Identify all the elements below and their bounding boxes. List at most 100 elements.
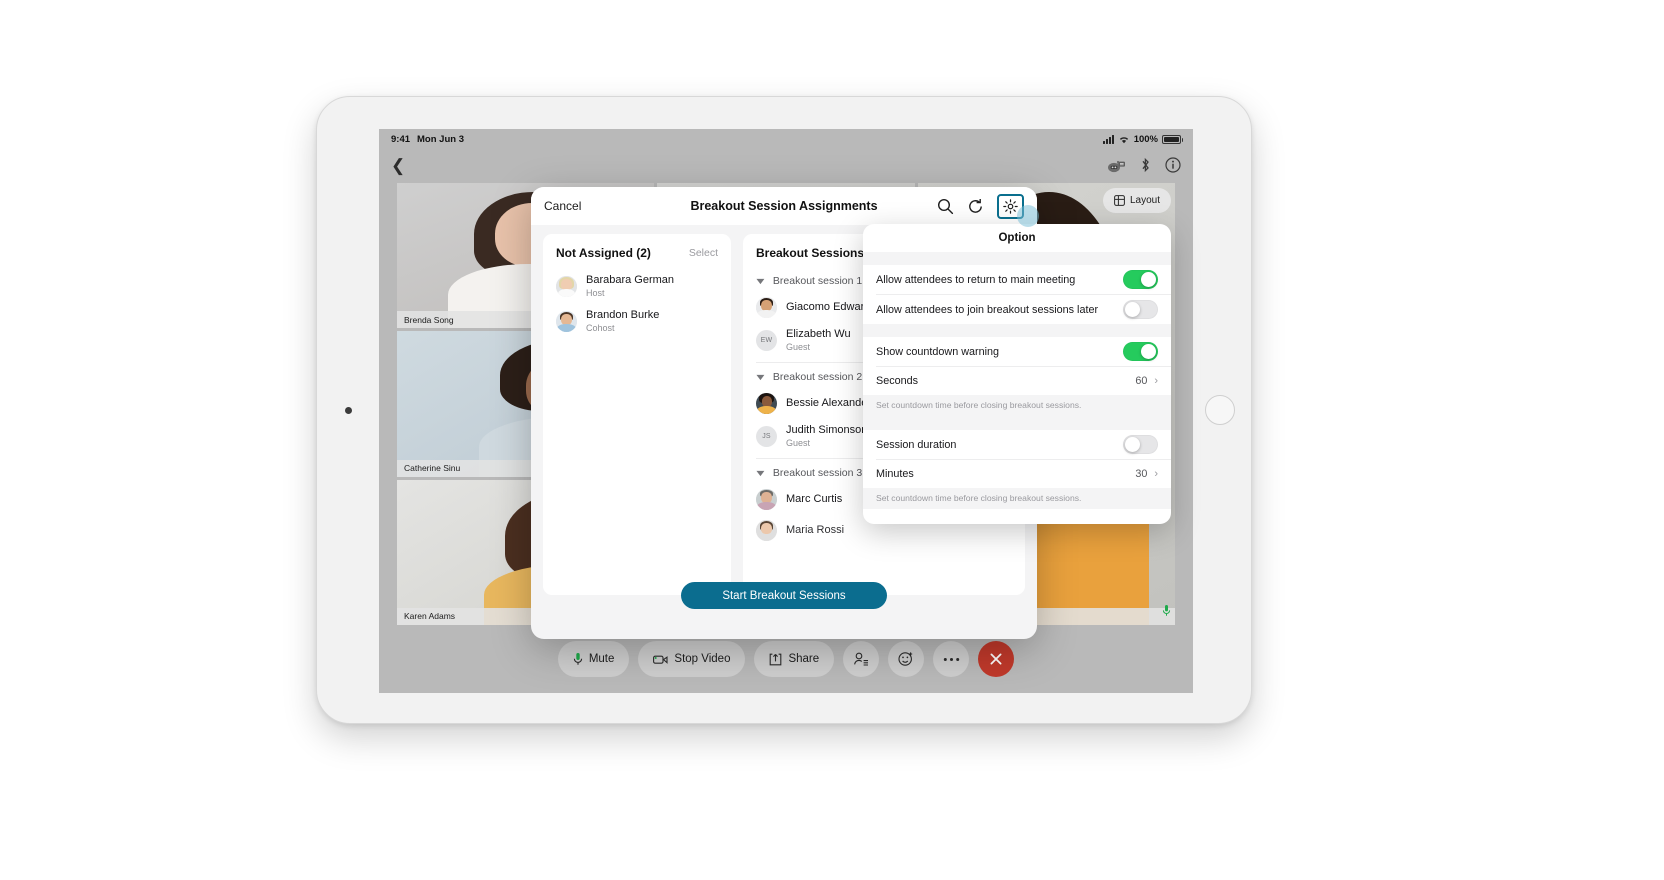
active-speaker-mic-icon xyxy=(1162,604,1171,617)
option-row-join-later[interactable]: Allow attendees to join breakout session… xyxy=(863,295,1171,324)
person-name: Judith Simonson xyxy=(786,424,868,436)
option-row-minutes[interactable]: Minutes 30 › xyxy=(863,460,1171,489)
not-assigned-header: Not Assigned (2) Select xyxy=(543,246,731,269)
option-row-session-duration[interactable]: Session duration xyxy=(863,430,1171,460)
refresh-icon[interactable] xyxy=(967,198,984,215)
bluetooth-icon[interactable] xyxy=(1140,157,1151,173)
layout-button-label: Layout xyxy=(1129,195,1160,206)
avatar xyxy=(756,520,777,541)
person-role: Guest xyxy=(786,437,811,448)
chevron-right-icon[interactable]: › xyxy=(1154,375,1158,387)
end-call-x-icon xyxy=(989,652,1003,666)
session-label: Breakout session 1 xyxy=(772,275,863,287)
toggle-session-duration[interactable] xyxy=(1123,435,1158,455)
avatar: JS xyxy=(756,426,777,447)
avatar xyxy=(756,393,777,414)
option-label: Session duration xyxy=(876,438,957,451)
status-date: Mon Jun 3 xyxy=(417,133,464,145)
battery-percent: 100% xyxy=(1133,133,1158,145)
chevron-down-icon[interactable]: ▼ xyxy=(754,468,767,478)
stop-video-button[interactable]: Stop Video xyxy=(638,641,746,677)
reactions-smiley-icon xyxy=(898,651,914,667)
gear-icon[interactable] xyxy=(997,193,1024,219)
camera-icon xyxy=(653,654,668,665)
chevron-right-icon[interactable]: › xyxy=(1154,468,1158,480)
option-label: Allow attendees to return to main meetin… xyxy=(876,273,1076,286)
battery-icon xyxy=(1162,134,1183,144)
dialog-header: Cancel Breakout Session Assignments xyxy=(531,187,1037,225)
share-up-arrow-icon xyxy=(769,653,782,666)
chevron-down-icon[interactable]: ▼ xyxy=(754,276,767,286)
avatar: EW xyxy=(756,330,777,351)
avatar xyxy=(756,489,777,510)
person-name: Bessie Alexander xyxy=(786,396,871,409)
info-circle-icon[interactable] xyxy=(1165,157,1181,173)
avatar xyxy=(756,297,777,318)
person-name: Maria Rossi xyxy=(786,523,845,536)
dialog-footer: Start Breakout Sessions xyxy=(531,569,1037,639)
option-label: Minutes xyxy=(876,468,914,481)
assistant-robot-icon[interactable] xyxy=(1106,158,1126,173)
more-options-button[interactable] xyxy=(933,641,970,677)
session-label: Breakout session 3 xyxy=(772,467,863,479)
reactions-button[interactable] xyxy=(888,641,925,677)
status-bar: 9:41 Mon Jun 3 100% xyxy=(379,129,1193,149)
grid-layout-icon xyxy=(1114,195,1125,206)
status-time: 9:41 xyxy=(391,133,411,145)
popover-section-gap xyxy=(863,416,1171,431)
mute-button[interactable]: Mute xyxy=(557,641,630,677)
minutes-value: 30 xyxy=(1135,468,1148,481)
stop-video-button-label: Stop Video xyxy=(674,653,731,665)
not-assigned-heading: Not Assigned (2) xyxy=(556,246,651,260)
toggle-allow-return-to-main-meeting[interactable] xyxy=(1123,270,1158,289)
meeting-top-bar: ❮ xyxy=(379,149,1193,181)
avatar xyxy=(556,276,577,297)
list-item[interactable]: Barabara German Host xyxy=(543,269,731,304)
search-icon[interactable] xyxy=(937,198,954,215)
person-name: Brandon Burke xyxy=(586,309,660,321)
person-name: Marc Curtis xyxy=(786,492,843,505)
cellular-bars-icon xyxy=(1102,134,1114,144)
option-row-allow-return[interactable]: Allow attendees to return to main meetin… xyxy=(863,265,1171,294)
not-assigned-panel: Not Assigned (2) Select Barabara German … xyxy=(543,234,731,595)
popover-section-gap xyxy=(863,252,1171,265)
breakout-sessions-heading: Breakout Sessions xyxy=(756,246,865,260)
avatar xyxy=(556,311,577,332)
option-row-countdown-warning[interactable]: Show countdown warning xyxy=(863,337,1171,366)
toggle-allow-join-sessions-later[interactable] xyxy=(1123,300,1158,319)
list-item[interactable]: Brandon Burke Cohost xyxy=(543,304,731,339)
person-role: Guest xyxy=(786,341,811,352)
end-call-button[interactable] xyxy=(978,641,1015,677)
start-breakout-sessions-button[interactable]: Start Breakout Sessions xyxy=(681,582,887,609)
front-camera-icon xyxy=(345,406,352,414)
back-chevron-icon[interactable]: ❮ xyxy=(391,157,405,174)
chevron-down-icon[interactable]: ▼ xyxy=(754,372,767,382)
seconds-value: 60 xyxy=(1135,375,1148,387)
cancel-button[interactable]: Cancel xyxy=(544,199,581,213)
share-button-label: Share xyxy=(788,653,820,665)
minutes-help-text: Set countdown time before closing breako… xyxy=(863,488,1171,510)
option-label: Allow attendees to join breakout session… xyxy=(876,303,1099,316)
popover-section-gap xyxy=(863,324,1171,337)
option-popover: Option Allow attendees to return to main… xyxy=(863,224,1171,524)
person-role: Host xyxy=(586,287,605,298)
layout-button[interactable]: Layout xyxy=(1102,188,1171,213)
toggle-show-countdown-warning[interactable] xyxy=(1123,342,1158,361)
wifi-icon xyxy=(1118,135,1130,144)
select-link[interactable]: Select xyxy=(689,247,718,259)
more-ellipsis-icon xyxy=(943,657,960,662)
share-button[interactable]: Share xyxy=(754,641,835,677)
seconds-help-text: Set countdown time before closing breako… xyxy=(863,395,1171,417)
option-label: Show countdown warning xyxy=(876,345,1000,358)
option-label: Seconds xyxy=(876,375,919,387)
option-row-seconds[interactable]: Seconds 60 › xyxy=(863,367,1171,395)
person-role: Cohost xyxy=(586,322,615,333)
mute-button-label: Mute xyxy=(588,653,615,665)
person-name: Barabara German xyxy=(586,274,675,286)
microphone-icon xyxy=(573,652,583,666)
participants-icon xyxy=(853,652,869,666)
person-name: Elizabeth Wu xyxy=(786,328,851,340)
home-button[interactable] xyxy=(1205,395,1235,425)
option-popover-title: Option xyxy=(998,232,1036,244)
participants-button[interactable] xyxy=(843,641,880,677)
